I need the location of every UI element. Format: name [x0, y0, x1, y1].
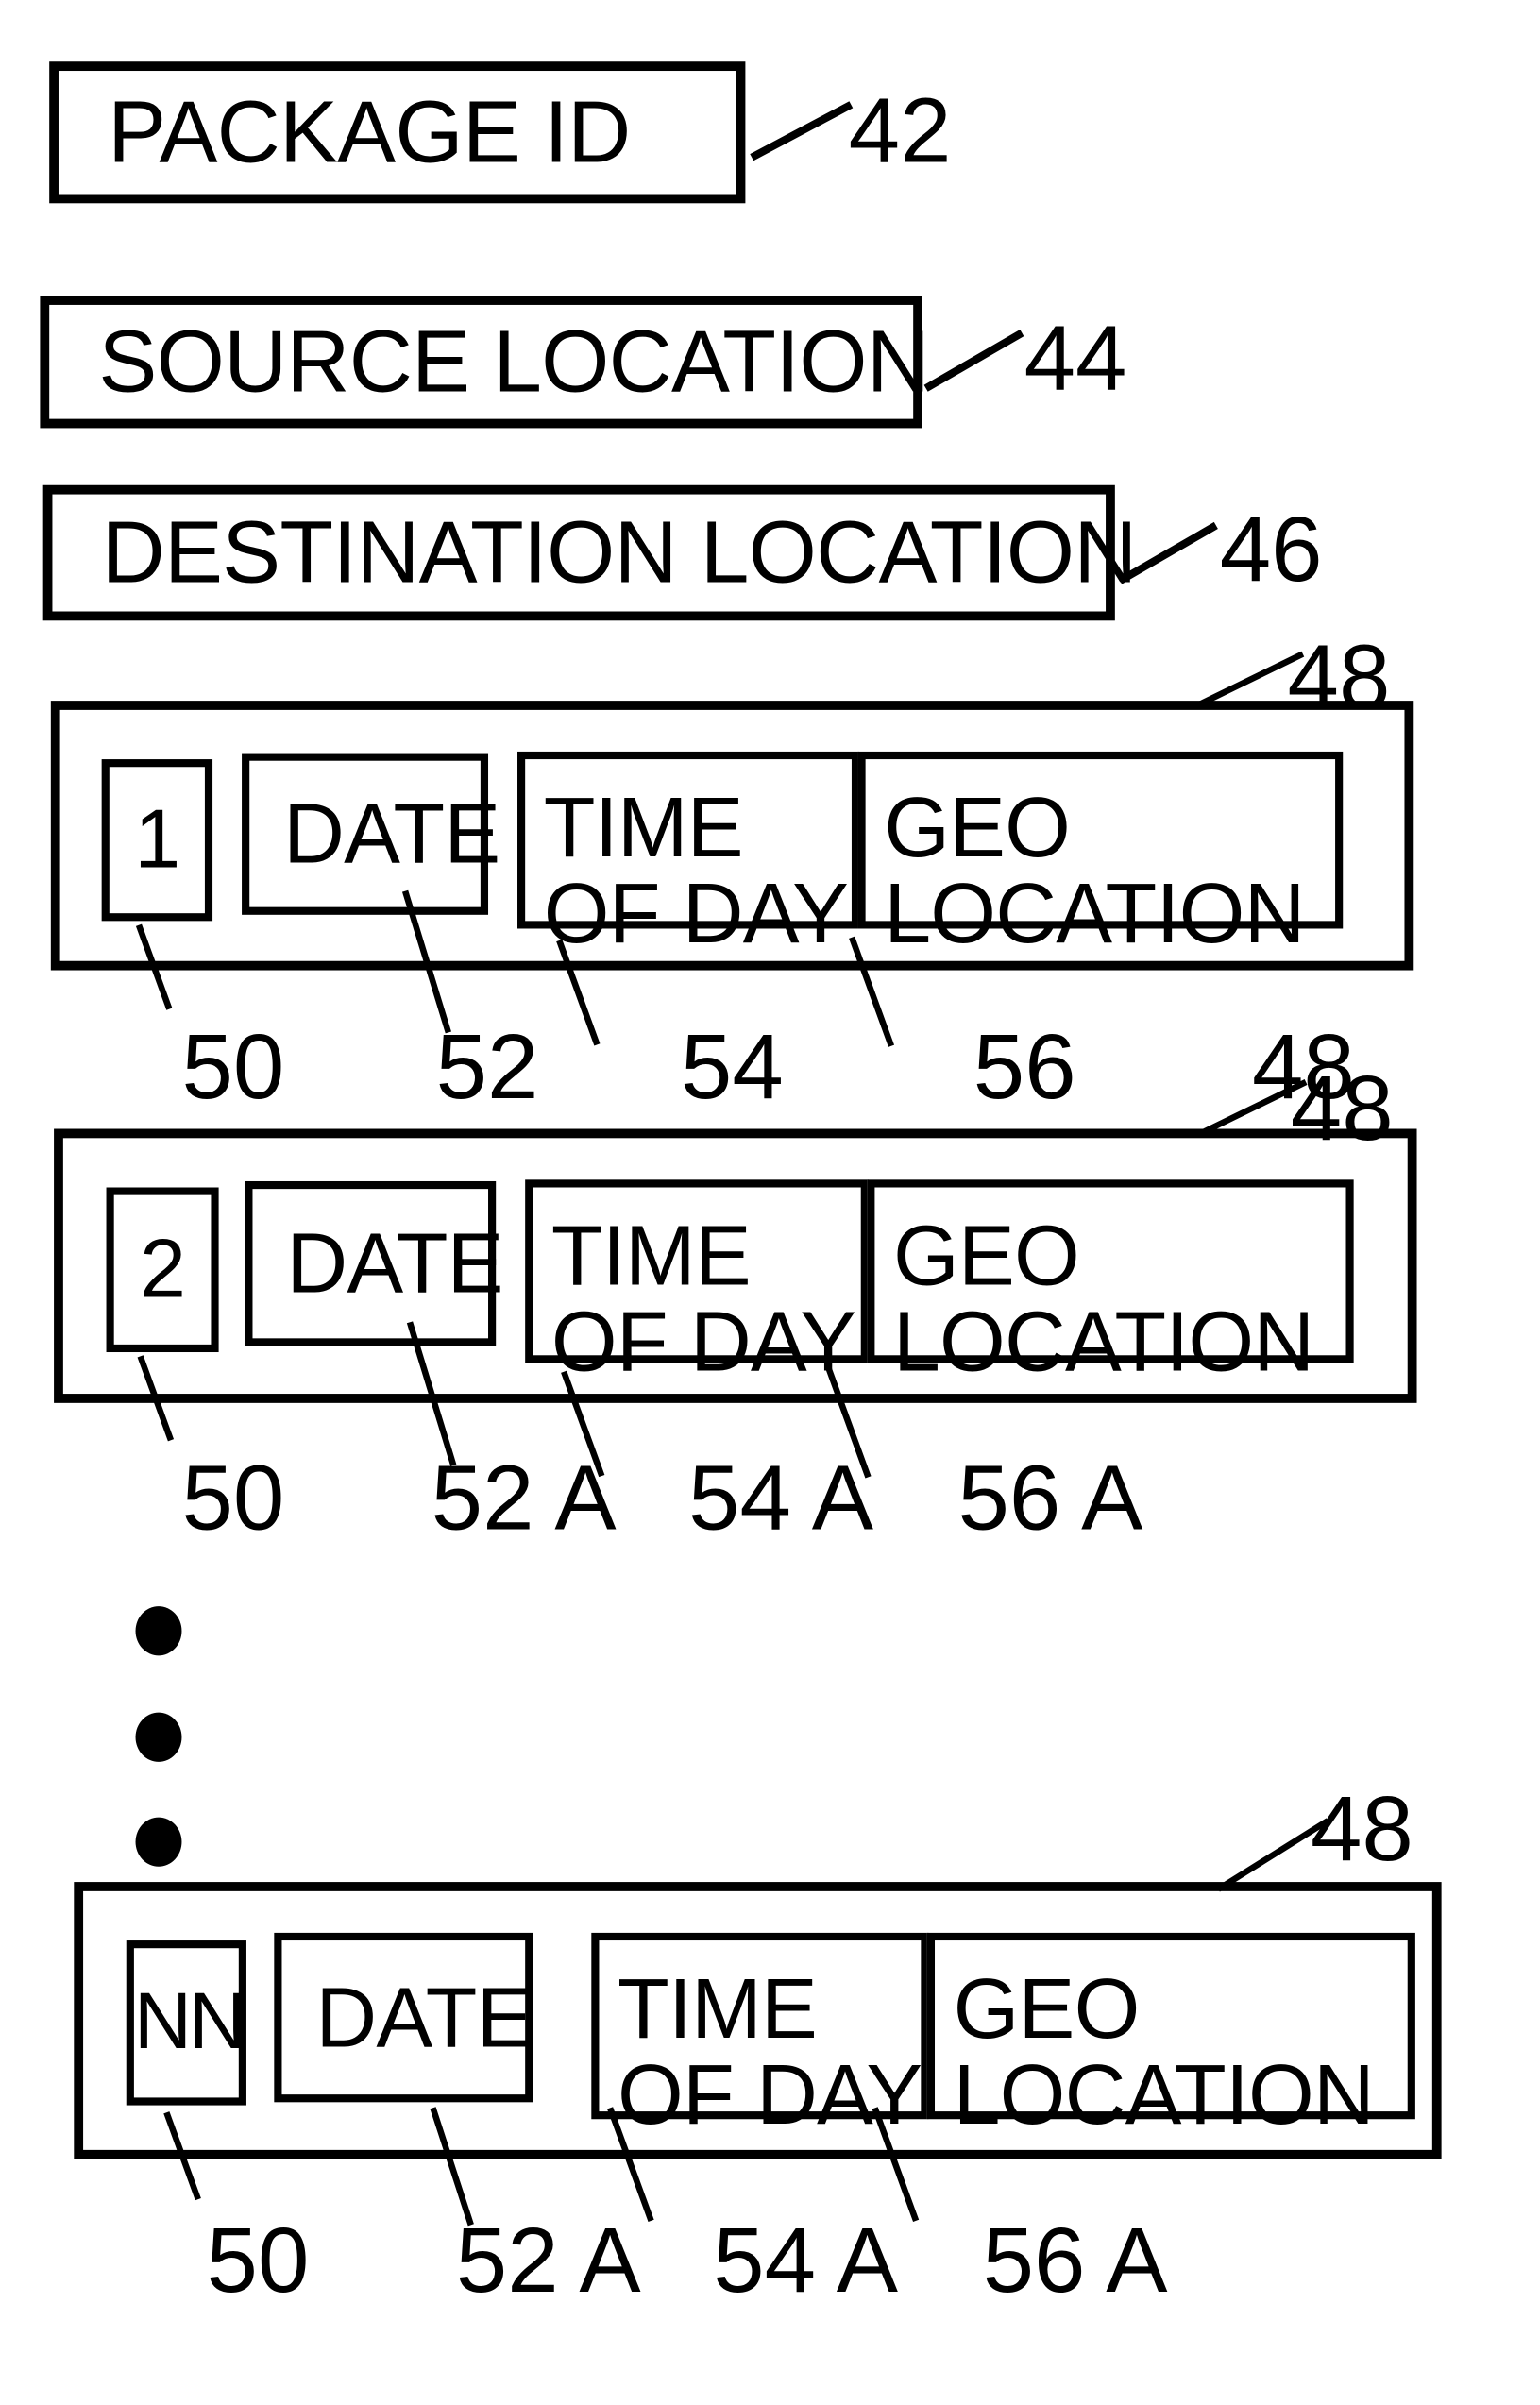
reference-numeral-50-rownn: 50	[206, 2208, 310, 2312]
ellipsis-dot-2	[135, 1712, 182, 1762]
reference-numeral-record-1-48: 48	[1287, 625, 1391, 729]
record-nn-sequence-value: NN	[133, 1977, 246, 2067]
record-1-geo-line1: GEO	[884, 779, 1071, 875]
record-1-date-label: DATE	[283, 786, 500, 882]
reference-numeral-54-row1: 54	[680, 1014, 784, 1119]
record-1-geo-cell: GEO LOCATION	[857, 751, 1344, 957]
reference-numeral-42: 42	[848, 78, 952, 182]
record-nn-date-cell: DATE	[274, 1932, 533, 2103]
leader-line-44	[923, 330, 1024, 392]
record-row-nn: NN DATE TIME OF DAY GEO LOCATION	[74, 1882, 1442, 2159]
record-nn-time-cell: TIME OF DAY	[591, 1932, 929, 2138]
field-box-package-id: PACKAGE ID	[49, 61, 746, 204]
record-nn-geo-cell: GEO LOCATION	[926, 1932, 1415, 2138]
record-2-geo-line2: LOCATION	[892, 1294, 1314, 1390]
record-nn-sequence-cell: NN	[126, 1940, 246, 2106]
record-2-time-line1: TIME	[550, 1207, 752, 1303]
field-label-package-id: PACKAGE ID	[108, 82, 631, 181]
reference-numeral-record-2-48: 48	[1290, 1056, 1394, 1160]
record-1-time-cell: TIME OF DAY	[517, 751, 860, 957]
record-1-geo-line2: LOCATION	[884, 865, 1305, 961]
record-2-geo-cell: GEO LOCATION	[867, 1179, 1354, 1385]
figure-canvas: PACKAGE ID 42 SOURCE LOCATION 44 DESTINA…	[0, 0, 1540, 2405]
reference-numeral-52-row1: 52	[435, 1014, 539, 1119]
reference-numeral-44: 44	[1024, 306, 1127, 410]
record-2-sequence-value: 2	[139, 1222, 186, 1315]
record-nn-geo-line2: LOCATION	[953, 2046, 1375, 2142]
leader-line-42	[750, 101, 854, 161]
reference-numeral-52a-rownn: 52 A	[455, 2208, 641, 2312]
field-box-destination-location: DESTINATION LOCATION	[42, 484, 1137, 621]
reference-numeral-54a-row2: 54 A	[688, 1446, 873, 1550]
record-nn-geo-line1: GEO	[953, 1960, 1141, 2057]
reference-numeral-50-row2: 50	[181, 1446, 285, 1550]
record-nn-date-label: DATE	[315, 1969, 533, 2066]
reference-numeral-46: 46	[1219, 497, 1323, 601]
ellipsis-dot-3	[135, 1817, 182, 1867]
record-1-sequence-cell: 1	[101, 759, 213, 922]
record-2-time-line2: OF DAY	[550, 1294, 856, 1390]
reference-numeral-record-nn-48: 48	[1310, 1777, 1413, 1881]
record-1-date-cell: DATE	[242, 753, 500, 915]
figure-scale-wrapper: PACKAGE ID 42 SOURCE LOCATION 44 DESTINA…	[0, 0, 1540, 2404]
record-2-date-cell: DATE	[245, 1180, 504, 1346]
record-2-geo-line1: GEO	[892, 1207, 1080, 1303]
reference-numeral-56-row1: 56	[973, 1014, 1076, 1119]
reference-numeral-52a-row2: 52 A	[431, 1446, 617, 1550]
record-1-time-line2: OF DAY	[543, 865, 849, 961]
reference-numeral-50-row1: 50	[181, 1014, 285, 1119]
record-row-2: 2 DATE TIME OF DAY GEO LOCATION	[54, 1128, 1417, 1403]
ellipsis-dot-1	[135, 1606, 182, 1656]
record-nn-time-line1: TIME	[618, 1960, 818, 2057]
reference-numeral-56a-rownn: 56 A	[982, 2208, 1168, 2312]
record-2-time-cell: TIME OF DAY	[525, 1179, 869, 1385]
record-1-sequence-value: 1	[134, 792, 180, 886]
reference-numeral-54a-rownn: 54 A	[713, 2208, 899, 2312]
record-2-sequence-cell: 2	[106, 1187, 219, 1353]
record-2-date-label: DATE	[286, 1215, 503, 1312]
record-row-1: 1 DATE TIME OF DAY GEO LOCATION	[50, 701, 1414, 971]
field-label-destination-location: DESTINATION LOCATION	[101, 502, 1138, 601]
record-1-time-line1: TIME	[543, 779, 744, 875]
field-label-source-location: SOURCE LOCATION	[98, 312, 930, 411]
reference-numeral-56a-row2: 56 A	[957, 1446, 1143, 1550]
record-nn-time-line2: OF DAY	[618, 2046, 922, 2142]
field-box-source-location: SOURCE LOCATION	[40, 296, 930, 429]
